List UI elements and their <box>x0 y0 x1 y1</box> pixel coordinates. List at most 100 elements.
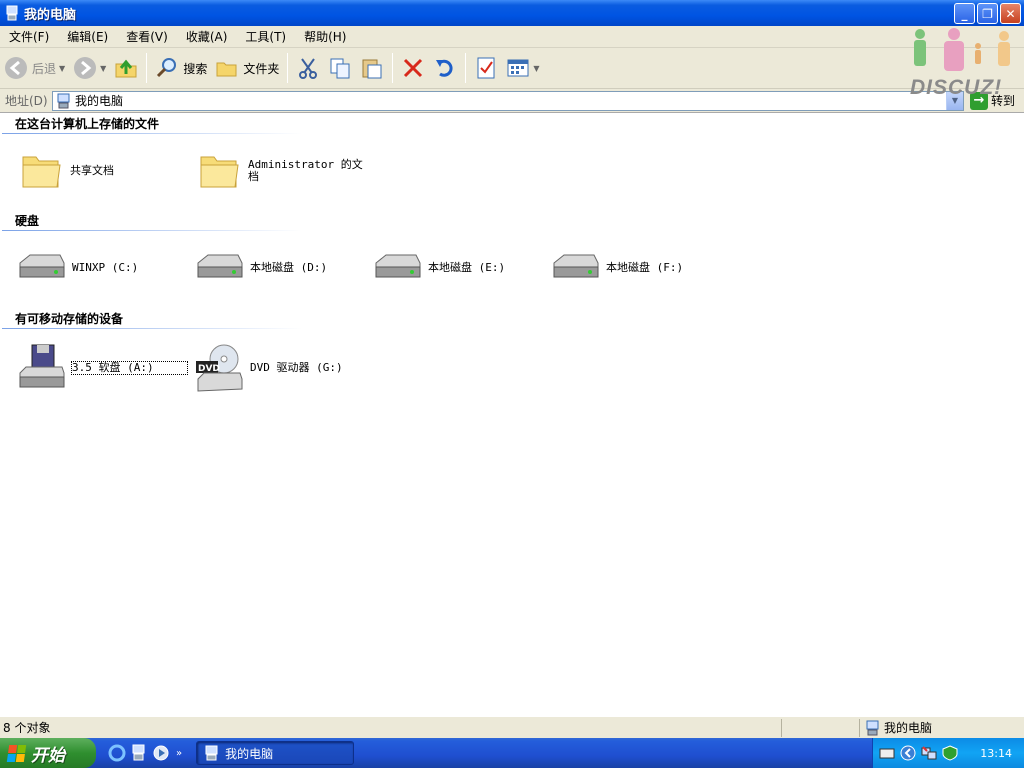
paste-icon <box>362 59 382 79</box>
back-arrow-icon <box>5 57 27 79</box>
hard-disk-icon <box>375 254 421 278</box>
my-computer-icon <box>57 93 70 108</box>
network-icon[interactable] <box>921 745 937 761</box>
item-label: DVD 驱动器 (G:) <box>250 361 343 374</box>
group-divider <box>2 133 302 134</box>
menu-favorites[interactable]: 收藏(A) <box>177 28 237 45</box>
file-view[interactable]: 在这台计算机上存储的文件 共享文档 Administrator 的文档 硬盘 W… <box>0 113 1024 716</box>
up-folder-icon <box>115 59 137 78</box>
group-removable: 有可移动存储的设备 <box>0 310 1024 329</box>
hard-disk-icon <box>19 254 65 278</box>
hard-disk-icon <box>553 254 599 278</box>
list-item[interactable]: 本地磁盘 (D:) <box>194 251 365 285</box>
restore-button[interactable]: ❐ <box>977 3 998 24</box>
group-stored-files: 在这台计算机上存储的文件 <box>0 115 1024 134</box>
start-button[interactable]: 开始 <box>0 738 96 768</box>
undo-icon <box>436 59 453 77</box>
my-computer-icon <box>866 720 879 735</box>
taskbar-item-my-computer[interactable]: 我的电脑 <box>196 741 355 765</box>
go-button[interactable]: → 转到 <box>970 91 1015 110</box>
folder-icon <box>200 156 239 188</box>
toolbar-separator <box>287 53 289 83</box>
views-icon <box>507 59 529 77</box>
item-label: 本地磁盘 (E:) <box>428 261 506 274</box>
start-label: 开始 <box>31 745 65 766</box>
copy-button[interactable] <box>324 50 356 86</box>
list-item[interactable]: 3.5 软盘 (A:) <box>16 343 188 393</box>
list-item[interactable]: 共享文档 <box>20 151 185 191</box>
views-button[interactable]: ▼ <box>502 50 543 86</box>
tray-expand-icon[interactable] <box>900 745 916 761</box>
status-pane <box>782 718 860 737</box>
search-icon <box>157 58 177 78</box>
delete-button[interactable] <box>397 50 429 86</box>
item-label: Administrator 的文档 <box>248 158 363 183</box>
menu-edit[interactable]: 编辑(E) <box>58 28 117 45</box>
folder-icon <box>22 156 61 188</box>
status-bar: 8 个对象 我的电脑 <box>0 716 1024 738</box>
group-header: 有可移动存储的设备 <box>15 312 124 326</box>
folders-label: 文件夹 <box>243 61 280 76</box>
search-label: 搜索 <box>183 61 208 76</box>
list-item[interactable]: Administrator 的文档 <box>198 151 363 191</box>
address-input[interactable]: 我的电脑 ▼ <box>52 90 964 111</box>
minimize-button[interactable]: _ <box>954 3 975 24</box>
address-dropdown-icon[interactable]: ▼ <box>946 91 963 110</box>
forward-dropdown-icon[interactable]: ▼ <box>100 64 106 73</box>
clock[interactable]: 13:14 <box>980 747 1012 760</box>
folders-icon <box>216 62 237 77</box>
menu-tools[interactable]: 工具(T) <box>236 28 295 45</box>
forward-button[interactable]: ▼ <box>69 50 110 86</box>
window-title: 我的电脑 <box>24 7 77 23</box>
folders-button[interactable]: 文件夹 <box>211 50 283 86</box>
views-dropdown-icon[interactable]: ▼ <box>533 64 539 73</box>
close-icon: ✕ <box>1005 6 1016 21</box>
menu-file[interactable]: 文件(F) <box>0 28 58 45</box>
toolbar-separator <box>465 53 467 83</box>
item-label: 本地磁盘 (F:) <box>606 261 684 274</box>
internet-explorer-icon[interactable] <box>108 744 126 762</box>
properties-button[interactable] <box>470 50 502 86</box>
menu-help[interactable]: 帮助(H) <box>295 28 355 45</box>
item-label: 共享文档 <box>70 164 114 177</box>
close-button[interactable]: ✕ <box>1000 3 1021 24</box>
item-label: 3.5 软盘 (A:) <box>71 361 188 375</box>
list-item[interactable]: 本地磁盘 (F:) <box>550 251 721 285</box>
group-divider <box>2 328 302 329</box>
list-item[interactable]: DVD DVD 驱动器 (G:) <box>194 343 365 393</box>
address-value: 我的电脑 <box>75 94 124 108</box>
media-player-icon[interactable] <box>152 744 170 762</box>
security-shield-icon[interactable] <box>942 745 958 761</box>
status-location: 我的电脑 <box>860 719 932 736</box>
list-item[interactable]: WINXP (C:) <box>16 251 187 285</box>
taskbar: 开始 » 我的电脑 13:14 <box>0 738 1024 768</box>
more-icon[interactable]: » <box>176 748 182 759</box>
address-label: 地址(D) <box>5 94 48 108</box>
group-header: 在这台计算机上存储的文件 <box>15 117 160 131</box>
search-button[interactable]: 搜索 <box>151 50 211 86</box>
restore-icon: ❐ <box>982 6 993 21</box>
dvd-drive-icon: DVD <box>196 344 243 392</box>
undo-button[interactable] <box>429 50 461 86</box>
back-button[interactable]: 后退 ▼ <box>0 50 69 86</box>
group-hard-disks: 硬盘 <box>0 212 1024 231</box>
forward-arrow-icon <box>74 57 97 79</box>
my-computer-icon <box>6 5 18 21</box>
cut-button[interactable] <box>292 50 324 86</box>
title-bar[interactable]: 我的电脑 _ ❐ ✕ <box>0 0 1024 26</box>
up-folder-button[interactable] <box>110 50 142 86</box>
properties-icon <box>477 57 495 79</box>
group-header: 硬盘 <box>15 214 40 228</box>
menu-view[interactable]: 查看(V) <box>117 28 177 45</box>
list-item[interactable]: 本地磁盘 (E:) <box>372 251 543 285</box>
back-dropdown-icon[interactable]: ▼ <box>59 64 65 73</box>
item-label: WINXP (C:) <box>72 261 139 274</box>
delete-icon <box>404 58 423 78</box>
my-computer-icon[interactable] <box>132 744 146 762</box>
keyboard-icon[interactable] <box>879 746 895 760</box>
my-computer-icon <box>205 745 218 761</box>
group-divider <box>2 230 302 231</box>
system-tray: 13:14 <box>872 738 1024 768</box>
quick-launch: » <box>108 744 182 762</box>
paste-button[interactable] <box>356 50 388 86</box>
